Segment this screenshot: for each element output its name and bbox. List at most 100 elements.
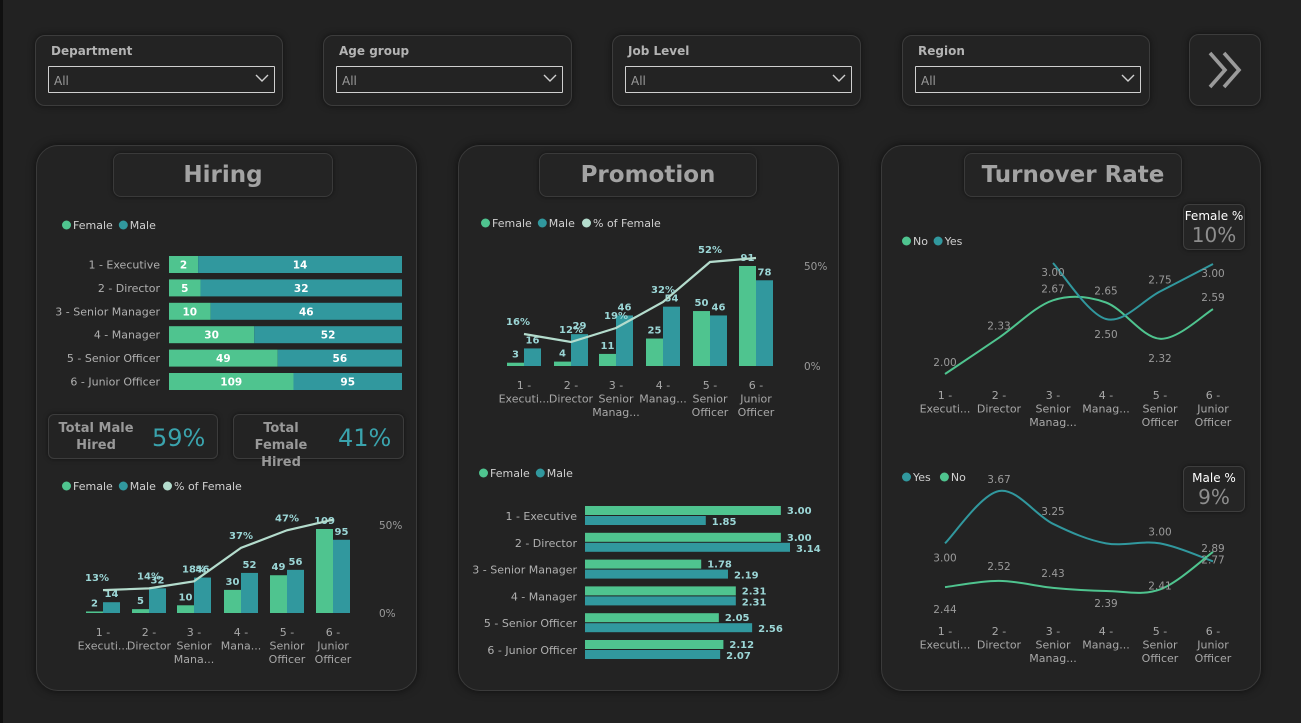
turnover-female-legend-label-1: Yes [944, 235, 963, 248]
promotion-avg-female-bar-1 [585, 532, 781, 542]
promotion-combo-female-bar-1 [554, 361, 571, 366]
turnover-male-value-1-5: 2.89 [1201, 543, 1224, 555]
promotion-combo-female-value-3: 25 [648, 326, 662, 337]
turnover-male-x-label-4: 5 -Senior Officer [1142, 625, 1179, 665]
female-percent-value: 10% [1191, 223, 1237, 247]
hiring-male-value-1: 32 [294, 283, 309, 295]
promotion-combo-female-bar-2 [599, 353, 616, 366]
promotion-combo-legend-label-0: Female [492, 217, 532, 230]
promotion-combo-legend-marker-1 [537, 218, 547, 228]
hiring-combo-female-bar-0 [86, 611, 103, 613]
hiring-combo-male-value-4: 56 [289, 557, 303, 568]
promotion-avg-male-bar-5 [585, 650, 721, 659]
hiring-female-value-0: 2 [180, 260, 187, 272]
turnover-male-x-label-3: 4 -Manag... [1082, 625, 1129, 652]
hiring-male-value-3: 52 [321, 330, 336, 342]
promotion-combo-male-value-4: 46 [712, 302, 726, 313]
region-slicer: Region All [902, 35, 1150, 106]
hiring-combo-female-value-1: 5 [137, 596, 144, 607]
hiring-combo-female-bar-4 [270, 575, 287, 613]
turnover-female-line-chart: No Yes 2.00 2.33 2.67 2.65 2.32 2.59 3.00 2.50 2.7… [902, 235, 1232, 429]
hiring-stacked-legend-label-1: Male [130, 219, 156, 232]
turnover-female-value-0-5: 2.59 [1201, 292, 1224, 304]
turnover-male-x-label-2: 3 -Senior Manag... [1029, 625, 1076, 665]
promotion-combo-female-value-0: 3 [512, 350, 519, 361]
promotion-combo-x-label-1: 2 -Director [549, 379, 594, 406]
turnover-female-value-1-5: 3.00 [1201, 268, 1224, 280]
hiring-combo-legend-marker-0 [62, 481, 71, 491]
hiring-stacked-category-3: 4 - Manager [94, 329, 161, 342]
promotion-avg-category-5: 6 - Junior Officer [487, 644, 577, 657]
turnover-female-value-0-2: 2.67 [1041, 283, 1064, 295]
promotion-avg-female-value-4: 2.05 [725, 613, 750, 624]
turnover-female-legend-marker-1 [933, 236, 943, 246]
department-dropdown[interactable]: All [48, 66, 275, 93]
hiring-panel: Hiring Female Male 1 - Executive 2 14 2 - Dir… [36, 145, 417, 691]
hiring-combo-y2-tick-0: 0% [379, 608, 396, 620]
turnover-male-value-1-1: 2.52 [987, 561, 1010, 573]
chevron-down-icon [543, 74, 557, 82]
promotion-combo-pct-label-1: 12% [559, 325, 583, 336]
promotion-combo-pct-label-3: 32% [651, 285, 675, 296]
turnover-male-value-0-4: 3.00 [1148, 526, 1171, 538]
hiring-combo-female-bar-3 [224, 589, 241, 613]
next-page-button[interactable] [1189, 34, 1261, 106]
age-group-dropdown[interactable]: All [336, 66, 563, 93]
hiring-combo-legend-label-1: Male [130, 480, 156, 493]
hiring-combo-pct-label-1: 14% [137, 571, 161, 582]
hiring-female-value-3: 30 [204, 330, 219, 342]
promotion-combo-pct-label-2: 19% [604, 311, 628, 322]
double-chevron-right-icon [1208, 51, 1242, 89]
hiring-combo-pct-label-4: 47% [275, 513, 299, 524]
total-male-hired-card: Total Male Hired 59% [48, 414, 218, 459]
hiring-combo-male-value-3: 52 [243, 560, 257, 571]
promotion-panel: Promotion Female Male% of Female 3 16 4 29 11 4… [458, 145, 839, 691]
promotion-combo-female-bar-5 [739, 266, 756, 366]
promotion-avg-female-value-5: 2.12 [729, 640, 754, 651]
hiring-combo-x-label-5: 6 -Junior Officer [315, 626, 352, 666]
turnover-female-x-label-3: 4 -Manag... [1082, 389, 1129, 416]
turnover-male-value-1-3: 2.39 [1094, 598, 1117, 610]
chevron-down-icon [832, 74, 846, 82]
promotion-combo-x-label-3: 4 -Manag... [639, 379, 686, 406]
hiring-stacked-category-4: 5 - Senior Officer [67, 352, 161, 365]
hiring-combo-male-value-5: 95 [335, 527, 349, 538]
job-level-dropdown[interactable]: All [625, 66, 852, 93]
female-percent-badge: Female % 10% [1183, 204, 1245, 250]
hiring-combo-legend-marker-2 [163, 481, 172, 491]
left-edge [0, 0, 3, 723]
hiring-combo-female-value-4: 49 [272, 562, 286, 573]
hiring-combo-legend-marker-1 [118, 481, 128, 491]
hiring-combo-female-bar-5 [316, 529, 333, 613]
promotion-combo-legend-label-2: % of Female [593, 217, 661, 230]
turnover-female-x-label-4: 5 -Senior Officer [1142, 389, 1179, 429]
promotion-avg-female-bar-4 [585, 613, 719, 623]
region-dropdown[interactable]: All [915, 66, 1141, 93]
turnover-male-value-0-2: 3.25 [1041, 506, 1064, 518]
hiring-combo-female-bar-1 [132, 609, 149, 613]
promotion-avg-male-value-0: 1.85 [712, 517, 737, 528]
total-female-hired-label: Total Female Hired [254, 421, 308, 470]
turnover-female-value-1-3: 2.50 [1094, 329, 1117, 341]
promotion-combo-female-bar-3 [646, 338, 663, 366]
promotion-combo-male-bar-3 [663, 306, 680, 366]
hiring-combo-female-value-2: 10 [179, 592, 193, 603]
promotion-avg-female-bar-0 [585, 506, 781, 515]
hiring-combo-x-label-3: 4 -Mana... [221, 626, 261, 653]
department-label: Department [51, 44, 133, 58]
turnover-male-line-1 [944, 551, 1214, 594]
promotion-combo-female-bar-4 [693, 311, 710, 366]
turnover-male-legend-label-0: Yes [912, 471, 931, 484]
promotion-avg-male-value-1: 3.14 [796, 544, 821, 555]
hiring-stacked-legend-marker-0 [62, 220, 71, 230]
age-group-value: All [342, 74, 357, 88]
promotion-combo-female-bar-0 [507, 362, 524, 366]
promotion-combo-male-bar-0 [524, 348, 541, 366]
male-percent-value: 9% [1198, 485, 1230, 509]
hiring-combo-pct-label-3: 37% [229, 531, 253, 542]
turnover-female-x-label-0: 1 -Executi... [920, 389, 971, 416]
turnover-male-x-label-1: 2 -Director [977, 625, 1022, 652]
promotion-avg-male-value-4: 2.56 [758, 624, 783, 635]
promotion-combo-y2-tick-1: 50% [804, 261, 827, 273]
turnover-female-value-0-1: 2.33 [987, 321, 1010, 333]
